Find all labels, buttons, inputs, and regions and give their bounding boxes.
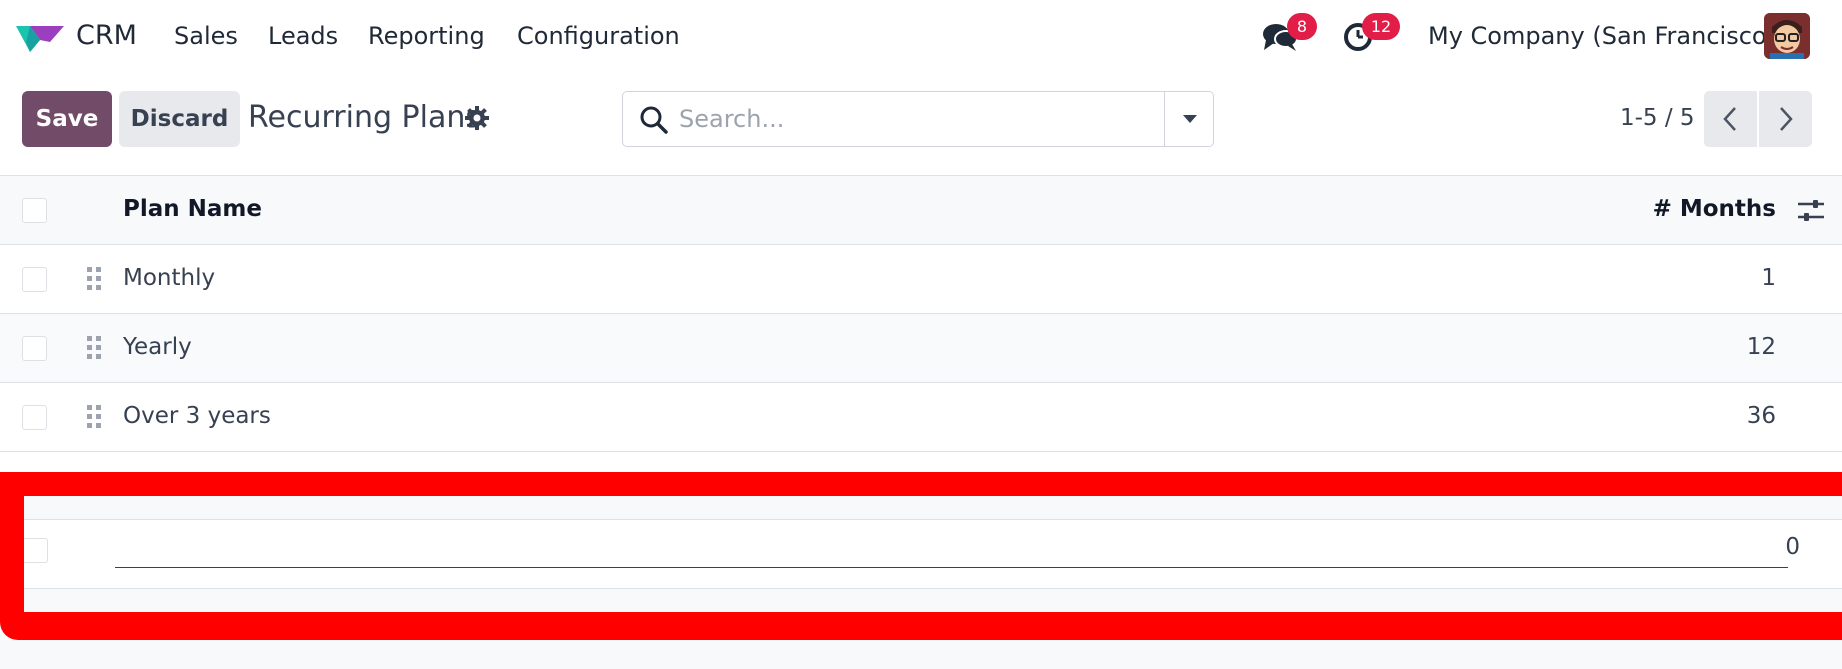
search-bar <box>622 91 1214 147</box>
pager-value[interactable]: 1-5 / 5 <box>1620 105 1695 131</box>
column-header-plan-name[interactable]: Plan Name <box>123 196 262 222</box>
row-checkbox[interactable] <box>22 336 47 361</box>
drag-handle-icon[interactable] <box>86 266 102 292</box>
menu-sales[interactable]: Sales <box>174 22 238 50</box>
messages-badge: 8 <box>1287 13 1317 40</box>
new-record-row[interactable]: 0 <box>24 496 1842 612</box>
menu-reporting[interactable]: Reporting <box>368 22 485 50</box>
table-row[interactable]: Yearly 12 <box>0 314 1842 383</box>
column-header-months[interactable]: # Months <box>1653 196 1776 222</box>
plan-name-input[interactable] <box>115 540 1788 568</box>
cell-plan-name: Yearly <box>123 334 192 360</box>
list-footer <box>0 640 1842 669</box>
menu-leads[interactable]: Leads <box>268 22 338 50</box>
save-button[interactable]: Save <box>22 91 112 147</box>
search-icon <box>640 106 668 134</box>
chevron-right-icon <box>1780 107 1793 131</box>
discard-button[interactable]: Discard <box>119 91 240 147</box>
avatar-icon <box>1764 13 1810 59</box>
highlight-annotation-frame: 0 <box>0 472 1842 640</box>
list-header: Plan Name # Months <box>0 175 1842 245</box>
cell-months: 12 <box>1746 334 1776 360</box>
app-name[interactable]: CRM <box>76 20 137 51</box>
cell-months: 1 <box>1761 265 1776 291</box>
gear-icon[interactable] <box>465 106 489 130</box>
page-title: Recurring Plans <box>248 100 481 135</box>
user-avatar[interactable] <box>1764 13 1810 59</box>
cell-months-input[interactable]: 0 <box>1785 534 1800 560</box>
row-checkbox[interactable] <box>24 538 48 563</box>
cell-plan-name: Monthly <box>123 265 216 291</box>
pager-next-button[interactable] <box>1759 91 1812 147</box>
row-checkbox[interactable] <box>22 405 47 430</box>
crm-logo-icon[interactable] <box>16 22 64 52</box>
pager-previous-button[interactable] <box>1704 91 1757 147</box>
company-switcher[interactable]: My Company (San Francisco) <box>1428 22 1776 50</box>
cell-months: 36 <box>1746 403 1776 429</box>
activities-badge: 12 <box>1362 13 1400 40</box>
caret-down-icon <box>1183 115 1197 123</box>
drag-handle-icon[interactable] <box>86 404 102 430</box>
search-input[interactable] <box>679 102 1179 136</box>
top-navbar: CRM Sales Leads Reporting Configuration … <box>0 0 1842 74</box>
drag-handle-icon[interactable] <box>86 335 102 361</box>
optional-columns-icon[interactable] <box>1796 197 1826 225</box>
search-options-toggle[interactable] <box>1164 92 1214 146</box>
row-checkbox[interactable] <box>22 267 47 292</box>
table-row[interactable]: Monthly 1 <box>0 245 1842 314</box>
select-all-checkbox[interactable] <box>22 198 47 223</box>
table-row[interactable]: Over 3 years 36 <box>0 383 1842 452</box>
cell-plan-name: Over 3 years <box>123 403 271 429</box>
menu-configuration[interactable]: Configuration <box>517 22 680 50</box>
chevron-left-icon <box>1723 107 1736 131</box>
